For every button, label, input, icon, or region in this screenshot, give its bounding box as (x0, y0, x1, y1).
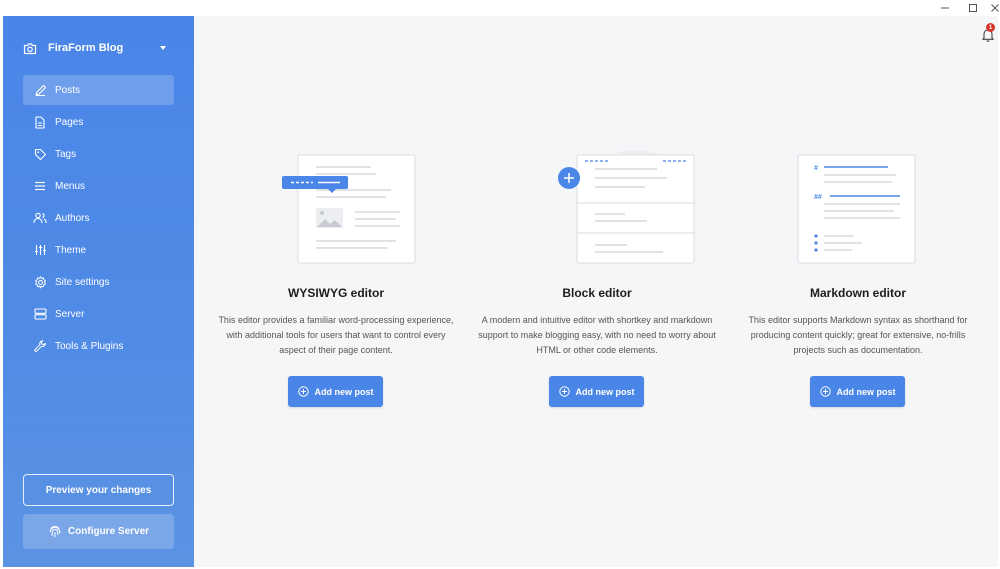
menu-icon (33, 179, 47, 193)
editor-title: WYSIWYG editor (288, 286, 384, 300)
sidebar-item-tags[interactable]: Tags (23, 139, 174, 169)
sidebar-item-pages[interactable]: Pages (23, 107, 174, 137)
svg-text:#: # (814, 165, 818, 172)
sidebar-item-label: Server (55, 308, 85, 320)
add-new-post-markdown-button[interactable]: Add new post (810, 376, 905, 407)
window-titlebar (0, 0, 1000, 16)
fingerprint-icon (48, 525, 62, 539)
sidebar-item-site-settings[interactable]: Site settings (23, 267, 174, 297)
camera-icon (23, 42, 37, 55)
editor-title: Block editor (562, 286, 632, 300)
notifications-button[interactable]: 1 (978, 23, 998, 43)
add-new-post-wysiwyg-button[interactable]: Add new post (288, 376, 383, 407)
users-icon (33, 211, 47, 225)
add-new-post-label: Add new post (575, 386, 635, 397)
add-new-post-label: Add new post (836, 386, 896, 397)
plus-circle-icon (297, 386, 309, 397)
site-switcher[interactable]: FiraForm Blog (23, 38, 173, 58)
sidebar: FiraForm Blog Posts Pages Tags Menus Aut… (3, 16, 194, 567)
sidebar-item-label: Posts (55, 84, 81, 96)
svg-text:##: ## (814, 194, 822, 201)
add-new-post-block-button[interactable]: Add new post (549, 376, 644, 407)
sidebar-item-label: Menus (55, 180, 86, 192)
chevron-down-icon (160, 46, 166, 50)
configure-server-label: Configure Server (67, 526, 150, 537)
sliders-icon (33, 243, 47, 257)
sidebar-item-posts[interactable]: Posts (23, 75, 174, 105)
tag-icon (33, 147, 47, 161)
wysiwyg-illustration (276, 150, 416, 270)
preview-changes-button[interactable]: Preview your changes (23, 474, 174, 506)
gear-icon (33, 275, 47, 289)
main-content: 1 WYSIWYG editor This editor provides a … (194, 16, 998, 567)
plus-circle-icon (558, 386, 570, 397)
markdown-illustration: # ## (796, 150, 936, 270)
sidebar-item-label: Theme (55, 244, 87, 256)
page-icon (33, 115, 47, 129)
add-new-post-label: Add new post (314, 386, 374, 397)
editor-description: This editor supports Markdown syntax as … (748, 315, 968, 355)
maximize-icon[interactable] (962, 0, 984, 16)
notification-badge: 1 (986, 23, 995, 32)
close-icon[interactable] (984, 0, 1000, 16)
site-name: FiraForm Blog (48, 42, 124, 54)
editor-description: This editor provides a familiar word-pro… (218, 315, 454, 355)
sidebar-item-tools-plugins[interactable]: Tools & Plugins (23, 331, 174, 361)
wrench-icon (33, 339, 47, 353)
editor-description: A modern and intuitive editor with short… (478, 315, 716, 355)
sidebar-item-label: Pages (55, 116, 84, 128)
sidebar-item-menus[interactable]: Menus (23, 171, 174, 201)
minimize-icon[interactable] (934, 0, 956, 16)
editor-title: Markdown editor (809, 286, 906, 300)
sidebar-item-label: Tools & Plugins (55, 340, 124, 352)
server-icon (33, 307, 47, 321)
sidebar-item-theme[interactable]: Theme (23, 235, 174, 265)
sidebar-item-authors[interactable]: Authors (23, 203, 174, 233)
sidebar-item-label: Site settings (55, 276, 110, 288)
block-illustration (517, 150, 697, 270)
sidebar-item-label: Authors (55, 212, 90, 224)
sidebar-item-server[interactable]: Server (23, 299, 174, 329)
pencil-icon (33, 83, 47, 97)
sidebar-item-label: Tags (55, 148, 77, 160)
configure-server-button[interactable]: Configure Server (23, 514, 174, 549)
plus-circle-icon (819, 386, 831, 397)
